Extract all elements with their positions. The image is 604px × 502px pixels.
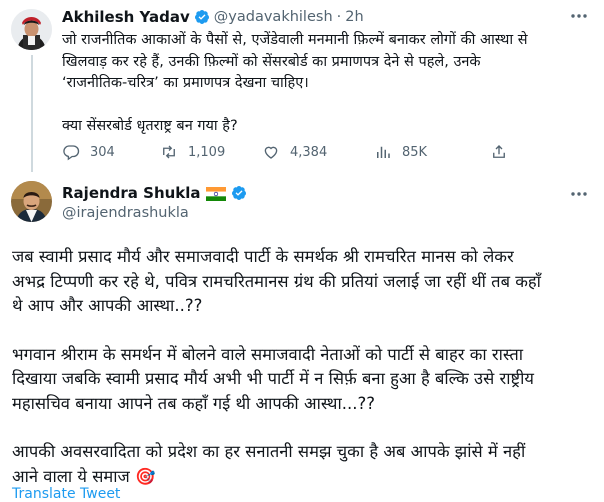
like-button[interactable]: 4,384 <box>262 143 327 161</box>
tweet2-header: Rajendra Shukla <box>62 184 247 202</box>
retweet-button[interactable]: 1,109 <box>160 143 225 161</box>
thread-line <box>31 55 33 172</box>
tweet1-text: जो राजनीतिक आकाओं के पैसों से, एजेंडेवाल… <box>62 30 602 138</box>
views-chart-icon <box>377 146 390 158</box>
tweet2-line: अभद्र टिप्पणी कर रहे थे, पवित्र रामचरितम… <box>12 271 541 291</box>
retweet-icon <box>163 145 175 159</box>
tweet1-author-name[interactable]: Akhilesh Yadav <box>62 8 190 26</box>
tweet1-header: Akhilesh Yadav @yadavakhilesh · 2h <box>62 8 364 26</box>
tweet2-author-name[interactable]: Rajendra Shukla <box>62 184 201 202</box>
reply-icon <box>63 145 80 161</box>
translate-tweet-link[interactable]: Translate Tweet <box>12 486 120 502</box>
rajendra-avatar[interactable] <box>11 181 52 222</box>
views-count: 85K <box>402 144 428 160</box>
reply-count: 304 <box>90 144 115 160</box>
india-flag-icon <box>205 186 226 201</box>
tweet2-line: जब स्वामी प्रसाद मौर्य और समाजवादी पार्ट… <box>12 247 514 266</box>
separator-dot: · <box>336 9 342 25</box>
tweet2-line: महासचिव बनाया आपने तब कहाँ गई थी आपकी आस… <box>12 393 375 413</box>
tweet1-actions: 304 1,109 4,384 85K <box>62 143 532 165</box>
tweet1-timestamp[interactable]: 2h <box>345 9 363 25</box>
retweet-count: 1,109 <box>188 144 226 160</box>
like-count: 4,384 <box>290 144 328 160</box>
tweet1-question: क्या सेंसरबोर्ड धृतराष्ट्र बन गया है? <box>62 118 238 134</box>
akhilesh-avatar[interactable] <box>11 9 52 50</box>
tweet1-line: खिलवाड़ कर रहे हैं, उनकी फ़िल्मों को सें… <box>62 53 481 70</box>
tweet1-line: ‘राजनीतिक-चरित्र’ का प्रमाणपत्र देखना चा… <box>62 75 309 91</box>
tweet2-line: भगवान श्रीराम के समर्थन में बोलने वाले स… <box>12 344 524 364</box>
tweet1-handle[interactable]: @yadavakhilesh <box>214 9 333 25</box>
tweet2-text: जब स्वामी प्रसाद मौर्य और समाजवादी पार्ट… <box>12 245 602 489</box>
tweet2-line: दिखाया जबकि स्वामी प्रसाद मौर्य अभी भी प… <box>12 369 534 388</box>
more-dots-icon[interactable] <box>569 184 589 208</box>
reply-button[interactable]: 304 <box>62 143 115 161</box>
verified-badge-icon <box>194 10 209 24</box>
views-button[interactable]: 85K <box>374 143 427 161</box>
more-dots-icon[interactable] <box>569 6 589 30</box>
tweet2-handle[interactable]: @irajendrashukla <box>62 205 189 221</box>
share-icon <box>493 145 505 158</box>
tweet2-line: थे आप और आपकी आस्था..?? <box>12 296 203 315</box>
share-button[interactable] <box>490 143 508 161</box>
heart-icon <box>264 146 278 159</box>
tweet1-line: जो राजनीतिक आकाओं के पैसों से, एजेंडेवाल… <box>62 32 528 48</box>
verified-badge-icon <box>231 186 246 200</box>
tweet2-line: आपकी अवसरवादिता को प्रदेश का हर सनातनी स… <box>12 442 526 461</box>
